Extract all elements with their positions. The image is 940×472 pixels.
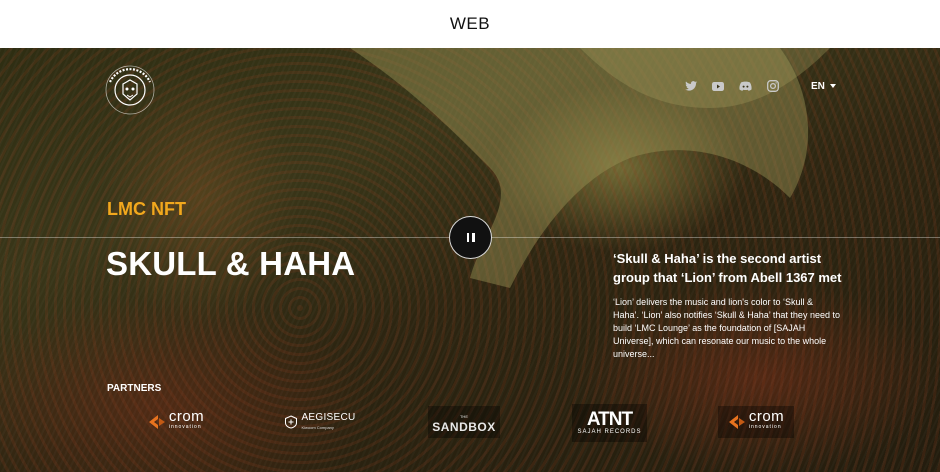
- description-body: ‘Lion’ delivers the music and lion's col…: [613, 297, 840, 359]
- partners-label: PARTNERS: [107, 383, 162, 394]
- twitter-icon[interactable]: [683, 78, 699, 94]
- youtube-icon[interactable]: [710, 78, 726, 94]
- partner-name: SANDBOX: [432, 420, 496, 434]
- language-selector[interactable]: EN: [811, 79, 836, 93]
- hero-eyebrow: LMC NFT: [107, 199, 186, 219]
- description-heading: ‘Skull & Haha’ is the second artist grou…: [613, 251, 842, 285]
- partner-logo-sajah-records[interactable]: ATNT SAJAH RECORDS: [572, 404, 647, 442]
- brand-logo[interactable]: [104, 64, 156, 116]
- chevron-down-icon: [829, 84, 836, 88]
- pause-button[interactable]: [449, 216, 492, 259]
- partner-logo-crom[interactable]: crom innovation: [138, 404, 214, 440]
- hero-section: EN LMC NFT SKULL & HAHA ‘Skull & Haha’ i…: [0, 48, 940, 472]
- partner-name: SAJAH RECORDS: [577, 429, 642, 435]
- crom-logo-icon: [148, 415, 165, 429]
- language-label: EN: [811, 80, 825, 92]
- partner-logo-crom-2[interactable]: crom innovation: [718, 406, 794, 438]
- crom-logo-icon: [728, 415, 745, 429]
- partner-subtitle: innovation: [168, 424, 202, 430]
- hero-title: SKULL & HAHA: [106, 245, 356, 282]
- partner-mark: ATNT: [586, 409, 633, 430]
- pause-icon: [466, 233, 475, 242]
- partner-subtitle: innovation: [748, 424, 782, 430]
- partner-logo-aegisecu[interactable]: AEGISECU Kiwoom Company: [283, 404, 357, 440]
- partner-subtitle: Kiwoom Company: [301, 425, 334, 430]
- partner-name: AEGISECU: [301, 412, 356, 423]
- page-label: WEB: [449, 14, 491, 33]
- discord-icon[interactable]: [737, 78, 753, 94]
- partner-logo-sandbox[interactable]: THE SANDBOX: [428, 406, 500, 438]
- instagram-icon[interactable]: [765, 78, 781, 94]
- shield-icon: [285, 415, 298, 429]
